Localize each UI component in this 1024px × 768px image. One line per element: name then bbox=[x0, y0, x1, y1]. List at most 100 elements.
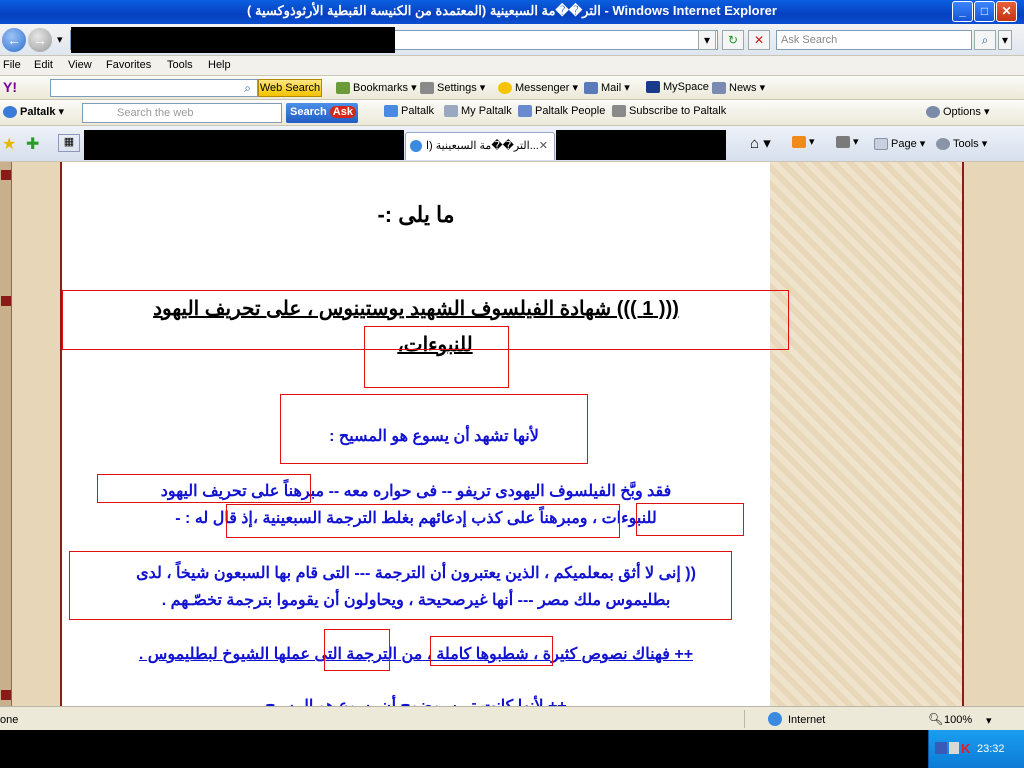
ask-logo-icon: Ask bbox=[329, 106, 356, 118]
printer-icon bbox=[836, 136, 850, 149]
subscribe-icon bbox=[612, 105, 626, 118]
menu-favorites[interactable]: Favorites bbox=[106, 59, 151, 71]
zoom-icon[interactable]: 🔍︎ bbox=[928, 712, 943, 726]
feeds-icon[interactable]: ▾ bbox=[792, 135, 815, 149]
annotation-box-proving bbox=[97, 474, 311, 503]
paltalk-options-button[interactable]: Options ▾ bbox=[926, 105, 990, 119]
annotation-box-subtitle bbox=[280, 394, 588, 464]
news-button[interactable]: News ▾ bbox=[712, 81, 765, 95]
network-icon[interactable] bbox=[935, 742, 947, 754]
paltalk-search-input[interactable]: Search the web bbox=[82, 103, 282, 123]
paltalk-menu[interactable]: Paltalk ▾ bbox=[3, 105, 64, 119]
my-paltalk-link[interactable]: My Paltalk bbox=[444, 105, 512, 118]
address-dropdown-icon[interactable]: ▾ bbox=[698, 30, 716, 50]
page-line-top: ما يلى :- bbox=[377, 202, 455, 227]
myspace-label: MySpace bbox=[663, 81, 709, 93]
quick-tabs-icon[interactable]: ▦ bbox=[58, 134, 80, 152]
ask-search-input[interactable]: Ask Search bbox=[776, 30, 972, 50]
status-text: one bbox=[0, 714, 19, 726]
menu-tools[interactable]: Tools bbox=[167, 59, 193, 71]
history-dropdown-icon[interactable]: ▾ bbox=[57, 33, 63, 46]
messenger-button[interactable]: Messenger ▾ bbox=[498, 81, 578, 95]
download-icon bbox=[384, 105, 398, 118]
system-tray: K 23:32 bbox=[928, 730, 1024, 768]
volume-icon[interactable] bbox=[949, 742, 959, 754]
menu-edit[interactable]: Edit bbox=[34, 59, 53, 71]
page-icon bbox=[874, 138, 888, 151]
antivirus-icon[interactable]: K bbox=[961, 741, 970, 756]
close-tab-icon[interactable]: ✕ bbox=[539, 133, 548, 159]
print-icon[interactable]: ▾ bbox=[836, 135, 859, 149]
ie-page-icon bbox=[410, 140, 422, 152]
menu-help[interactable]: Help bbox=[208, 59, 231, 71]
search-options-icon[interactable]: ▾ bbox=[998, 30, 1012, 50]
refresh-button[interactable]: ↻ bbox=[722, 30, 744, 50]
yahoo-search-input[interactable]: ⌕ bbox=[50, 79, 258, 97]
scroll-marker-icon bbox=[1, 170, 11, 180]
maximize-button[interactable]: □ bbox=[974, 1, 995, 22]
taskbar bbox=[0, 730, 1024, 768]
subscribe-paltalk-link[interactable]: Subscribe to Paltalk bbox=[612, 105, 727, 118]
settings-button[interactable]: Settings ▾ bbox=[420, 81, 485, 95]
tools-menu[interactable]: Tools ▾ bbox=[936, 137, 987, 151]
menu-file[interactable]: File bbox=[3, 59, 21, 71]
settings-label: Settings bbox=[437, 82, 477, 94]
minimize-button[interactable]: _ bbox=[952, 1, 973, 22]
annotation-box-prophecies-2 bbox=[636, 503, 744, 536]
menu-view[interactable]: View bbox=[68, 59, 92, 71]
news-icon bbox=[712, 82, 726, 95]
scroll-marker-icon bbox=[1, 296, 11, 306]
page-menu[interactable]: Page ▾ bbox=[874, 137, 925, 151]
subscribe-label: Subscribe to Paltalk bbox=[629, 105, 727, 117]
myspace-icon bbox=[646, 81, 660, 94]
paragraph-3: ++ فهناك نصوص كثيرة ، شطبوها كاملة ، من … bbox=[138, 646, 694, 663]
left-background bbox=[12, 162, 60, 706]
back-button[interactable]: ← bbox=[2, 28, 26, 52]
annotation-box-septuagint-error bbox=[226, 504, 620, 538]
navigation-bar: ← → ▾ ▾ ↻ ✕ Ask Search ⌕ ▾ bbox=[0, 24, 1024, 56]
favorites-star-icon[interactable]: ★ bbox=[2, 134, 16, 154]
status-bar: one Internet 🔍︎ 100% ▾ bbox=[0, 706, 1024, 730]
paltalk-link[interactable]: Paltalk bbox=[384, 105, 435, 118]
forward-button[interactable]: → bbox=[28, 28, 52, 52]
clock[interactable]: 23:32 bbox=[977, 743, 1005, 755]
rss-icon bbox=[792, 136, 806, 149]
tab-active[interactable]: التر��مة السبعينية (ا... ✕ bbox=[405, 132, 555, 160]
redacted-url bbox=[71, 27, 395, 53]
bookmarks-button[interactable]: Bookmarks ▾ bbox=[336, 81, 417, 95]
mail-button[interactable]: Mail ▾ bbox=[584, 81, 630, 95]
zoom-level[interactable]: 100% bbox=[944, 714, 972, 726]
address-bar[interactable] bbox=[70, 27, 718, 53]
page-viewport[interactable]: ما يلى :- ((( 1 ))) شهادة الفيلسوف الشهي… bbox=[0, 162, 1024, 706]
my-paltalk-icon bbox=[444, 105, 458, 118]
window-title: التر��مة السبعينية (المعتمدة من الكنيسة … bbox=[247, 3, 777, 18]
paltalk-people-link[interactable]: Paltalk People bbox=[518, 105, 605, 118]
redacted-tab-2 bbox=[556, 130, 726, 160]
myspace-button[interactable]: MySpace bbox=[646, 81, 709, 94]
redacted-tab bbox=[84, 130, 404, 160]
zoom-dropdown-icon[interactable]: ▾ bbox=[986, 714, 992, 727]
options-label: Options bbox=[943, 106, 981, 118]
paltalk-search-button[interactable]: Search Ask bbox=[286, 103, 358, 123]
news-label: News bbox=[729, 82, 757, 94]
paltalk-link-label: Paltalk bbox=[401, 105, 435, 117]
web-search-button[interactable]: Web Search bbox=[258, 79, 322, 97]
tools-menu-label: Tools bbox=[953, 138, 979, 150]
bookmarks-icon bbox=[336, 82, 350, 95]
my-paltalk-label: My Paltalk bbox=[461, 105, 512, 117]
internet-zone-icon bbox=[768, 712, 782, 726]
mail-label: Mail bbox=[601, 82, 622, 94]
stop-button[interactable]: ✕ bbox=[748, 30, 770, 50]
paragraph-4-partial: ++ لأنها كانت تبين بوضوح أن يسوع هو المس… bbox=[62, 696, 770, 706]
close-button[interactable]: ✕ bbox=[996, 1, 1017, 22]
tab-active-label: التر��مة السبعينية (ا... bbox=[426, 140, 539, 152]
add-favorites-icon[interactable]: ✚ bbox=[26, 134, 39, 154]
search-go-button[interactable]: ⌕ bbox=[974, 30, 996, 50]
paltalk-search-label: Search bbox=[290, 106, 327, 118]
annotation-box-prophecies bbox=[364, 326, 509, 388]
settings-icon bbox=[420, 82, 434, 95]
tab-bar: ★ ✚ ▦ التر��مة السبعينية (ا... ✕ ⌂ ▾ ▾ ▾… bbox=[0, 126, 1024, 162]
yahoo-logo-icon[interactable]: Y! bbox=[3, 79, 17, 95]
home-icon[interactable]: ⌂ ▾ bbox=[750, 134, 771, 152]
messenger-icon bbox=[498, 82, 512, 95]
